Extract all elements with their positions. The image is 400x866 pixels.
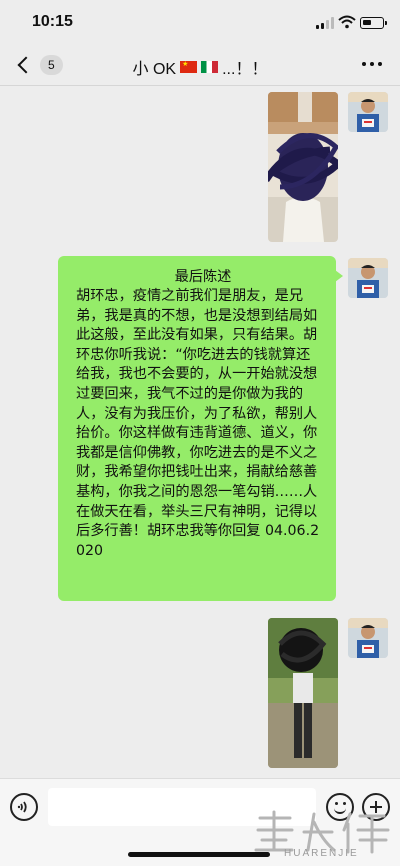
avatar-photo [348,258,388,298]
chat-title-name: 小 OK [132,61,177,78]
photo-message[interactable] [268,92,338,242]
avatar[interactable] [348,92,388,132]
avatar-photo [348,618,388,658]
status-bar: 10:15 [0,0,400,44]
cellular-signal-icon [316,17,334,29]
voice-icon [17,801,27,813]
nav-bar: 5 小 OK ...！！ [0,44,400,86]
standing-person-photo [268,618,338,768]
avatar[interactable] [348,258,388,298]
message-body: 胡环忠，疫情之前我们是朋友，是兄弟，我是真的不想，也是没想到结局如此这般，至此没… [76,288,320,559]
avatar[interactable] [348,618,388,658]
watermark-text: HUARENJIE [284,848,359,859]
chat-title: 小 OK ...！！ [0,55,400,79]
more-options-button[interactable] [362,62,382,66]
chat-title-suffix: ...！！ [222,61,268,78]
status-time: 10:15 [32,13,73,30]
battery-icon [360,17,387,29]
text-message-bubble[interactable]: 最后陈述 胡环忠，疫情之前我们是朋友，是兄弟，我是真的不想，也是没想到结局如此这… [58,256,343,601]
voice-input-button[interactable] [10,793,38,821]
scribbled-face-photo [268,92,338,242]
avatar-photo [348,92,388,132]
china-flag-icon [180,60,198,73]
photo-message[interactable] [268,618,338,768]
italy-flag-icon [201,61,219,73]
wifi-icon [338,15,356,29]
message-title: 最后陈述 [174,269,232,285]
home-indicator [128,852,270,857]
